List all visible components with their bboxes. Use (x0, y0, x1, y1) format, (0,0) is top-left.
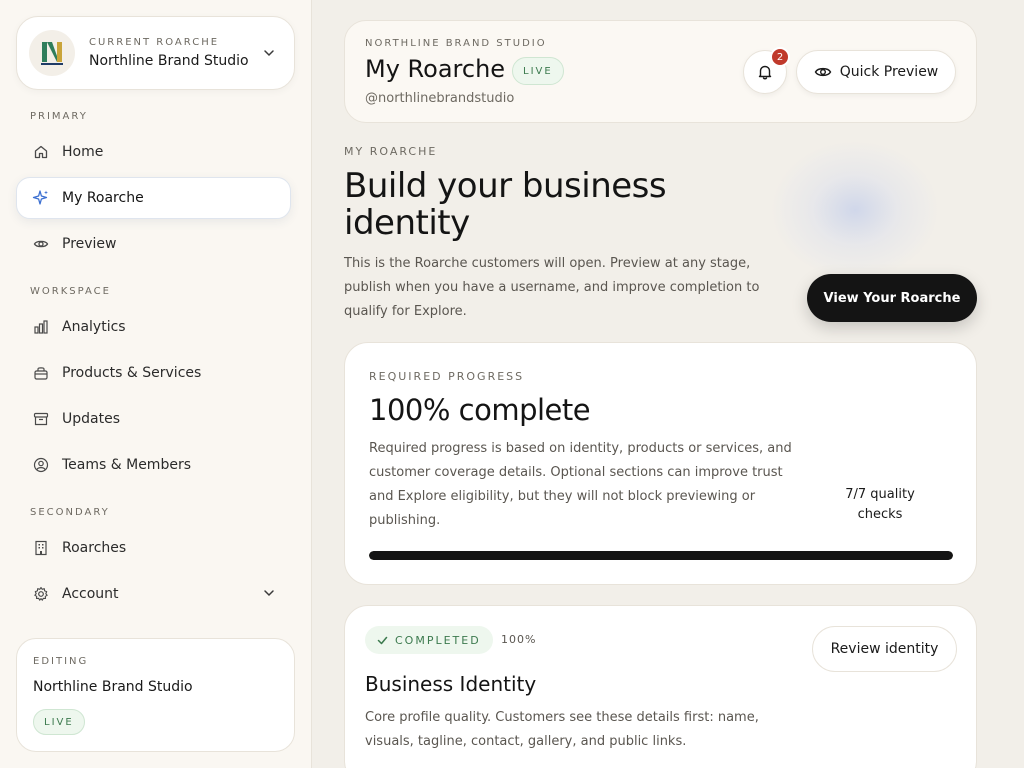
sidebar-item-label: Home (62, 144, 104, 160)
bar-chart-icon (32, 318, 50, 336)
check-icon (377, 635, 388, 646)
quick-preview-button[interactable]: Quick Preview (796, 50, 956, 94)
quality-checks: 7/7 quality checks (845, 487, 915, 522)
page-title: My Roarche (365, 55, 506, 83)
notification-count-badge: 2 (770, 47, 790, 67)
bag-icon (32, 364, 50, 382)
sidebar-item-label: My Roarche (62, 190, 144, 206)
sparkle-icon (32, 189, 50, 207)
eye-icon (814, 63, 832, 81)
hero-title: Build your business identity (344, 166, 667, 243)
sidebar-item-my-roarche[interactable]: My Roarche (16, 177, 291, 219)
sidebar-item-home[interactable]: Home (16, 131, 291, 173)
editing-name: Northline Brand Studio (33, 679, 193, 695)
sidebar-item-label: Updates (62, 411, 120, 427)
sidebar: CURRENT ROARCHE Northline Brand Studio P… (0, 0, 312, 768)
user-circle-icon (32, 456, 50, 474)
progress-eyebrow: REQUIRED PROGRESS (369, 370, 525, 383)
sidebar-item-label: Roarches (62, 540, 127, 556)
nav-section-workspace: WORKSPACE (30, 286, 111, 297)
home-icon (32, 143, 50, 161)
hero-eyebrow: MY ROARCHE (344, 145, 438, 158)
username-handle: @northlinebrandstudio (365, 91, 515, 106)
completed-badge: COMPLETED (365, 626, 493, 654)
sidebar-item-label: Teams & Members (62, 457, 191, 473)
header-eyebrow: NORTHLINE BRAND STUDIO (365, 38, 547, 49)
sidebar-item-teams-members[interactable]: Teams & Members (16, 444, 291, 486)
review-identity-button[interactable]: Review identity (812, 626, 957, 672)
switcher-eyebrow: CURRENT ROARCHE (89, 37, 220, 48)
sidebar-item-analytics[interactable]: Analytics (16, 306, 291, 348)
eye-icon (32, 235, 50, 253)
switcher-name: Northline Brand Studio (89, 53, 249, 69)
bell-icon (756, 63, 774, 81)
completed-label: COMPLETED (395, 633, 481, 647)
sidebar-item-label: Preview (62, 236, 117, 252)
nav-section-secondary: SECONDARY (30, 507, 110, 518)
sidebar-item-account[interactable]: Account (16, 573, 291, 615)
identity-title: Business Identity (365, 672, 537, 696)
sidebar-item-label: Analytics (62, 319, 126, 335)
sidebar-item-label: Account (62, 586, 119, 602)
hero-description: This is the Roarche customers will open.… (344, 256, 760, 319)
sidebar-item-products-services[interactable]: Products & Services (16, 352, 291, 394)
chevron-down-icon[interactable] (262, 586, 276, 604)
status-badge: LIVE (33, 709, 85, 735)
gear-icon (32, 585, 50, 603)
progress-title: 100% complete (369, 393, 591, 427)
status-badge: LIVE (512, 57, 564, 85)
progress-card: REQUIRED PROGRESS 100% complete Required… (344, 342, 977, 585)
sidebar-item-label: Products & Services (62, 365, 202, 381)
roarche-switcher[interactable]: CURRENT ROARCHE Northline Brand Studio (16, 16, 295, 90)
building-icon (32, 539, 50, 557)
view-your-roarche-button[interactable]: View Your Roarche (807, 274, 977, 322)
editing-eyebrow: EDITING (33, 656, 89, 667)
quick-preview-label: Quick Preview (839, 64, 939, 80)
nav-section-primary: PRIMARY (30, 111, 88, 122)
business-identity-card: COMPLETED 100% Review identity Business … (344, 605, 977, 768)
sidebar-item-updates[interactable]: Updates (16, 398, 291, 440)
identity-description: Core profile quality. Customers see thes… (365, 710, 759, 749)
sidebar-item-roarches[interactable]: Roarches (16, 527, 291, 569)
progress-bar (369, 551, 953, 560)
progress-bar-fill (369, 551, 953, 560)
archive-icon (32, 410, 50, 428)
identity-percent: 100% (501, 633, 537, 646)
chevron-down-icon[interactable] (254, 46, 284, 60)
brand-logo (29, 30, 75, 76)
editing-card: EDITING Northline Brand Studio LIVE (16, 638, 295, 752)
sidebar-item-preview[interactable]: Preview (16, 223, 291, 265)
progress-description: Required progress is based on identity, … (369, 441, 792, 528)
